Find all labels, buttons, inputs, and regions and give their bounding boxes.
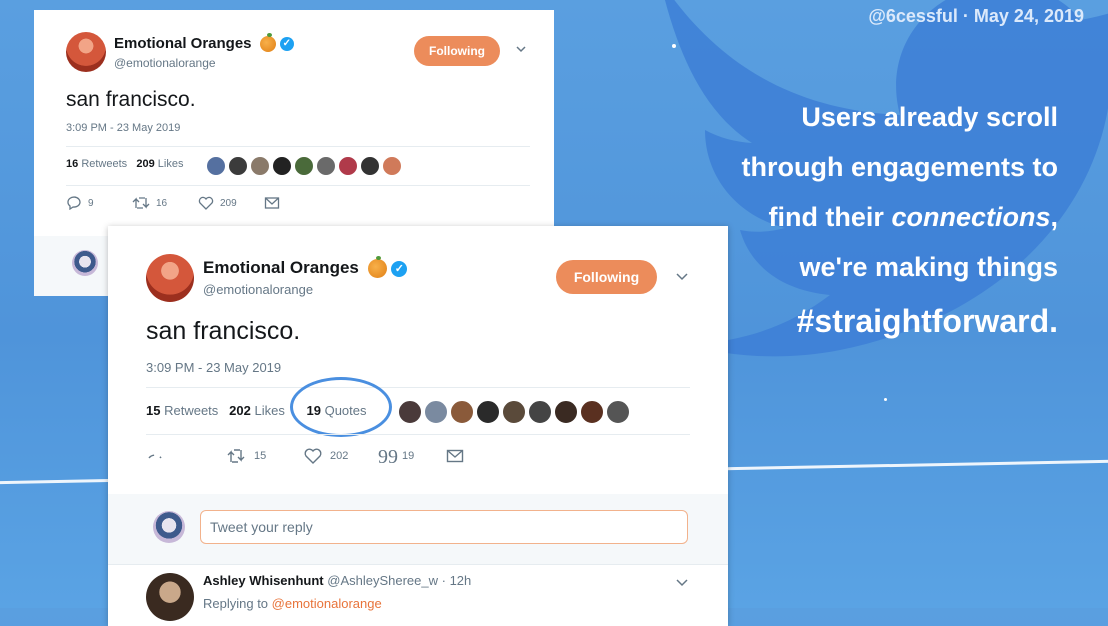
liker-avatar[interactable] — [580, 400, 604, 424]
reply-author-handle[interactable]: @AshleySheree_w — [327, 573, 438, 588]
verified-icon: ✓ — [391, 260, 408, 277]
liker-avatar[interactable] — [272, 156, 292, 176]
liker-avatar[interactable] — [338, 156, 358, 176]
message-icon — [264, 197, 280, 209]
heart-icon — [198, 196, 214, 210]
replying-to: Replying to @emotionalorange — [203, 596, 382, 611]
liker-avatar[interactable] — [476, 400, 500, 424]
divider — [108, 564, 728, 565]
author-handle[interactable]: @emotionalorange — [203, 282, 313, 297]
retweets-stat[interactable]: 16 Retweets — [66, 158, 127, 170]
divider — [146, 387, 690, 388]
retweet-action[interactable]: 15 — [226, 448, 304, 464]
avatar[interactable] — [72, 250, 98, 276]
engagement-stats: 16 Retweets 209 Likes — [66, 158, 183, 170]
slogan-line: through engagements to — [741, 152, 1059, 182]
liker-avatar[interactable] — [502, 400, 526, 424]
avatar[interactable] — [66, 32, 106, 72]
direct-message-action[interactable] — [264, 196, 280, 210]
avatar[interactable] — [146, 254, 194, 302]
liker-avatar[interactable] — [382, 156, 402, 176]
author-name[interactable]: Emotional Oranges ✓ — [203, 256, 408, 279]
liker-avatars — [398, 400, 632, 424]
background-dot — [884, 398, 887, 401]
reply-action[interactable] — [146, 448, 226, 464]
retweet-icon — [227, 449, 245, 463]
avatar[interactable] — [146, 573, 194, 621]
tweet-card-new: Emotional Oranges ✓ @emotionalorange Fol… — [108, 226, 728, 626]
retweets-stat[interactable]: 15 Retweets — [146, 403, 218, 418]
liker-avatar[interactable] — [360, 156, 380, 176]
slogan-emphasis: connections — [891, 202, 1051, 232]
slogan-line: Users already scroll — [801, 102, 1058, 132]
tweet-timestamp[interactable]: 3:09 PM - 23 May 2019 — [66, 122, 180, 134]
tweet-timestamp[interactable]: 3:09 PM - 23 May 2019 — [146, 360, 281, 375]
like-action[interactable]: 202 — [304, 448, 378, 464]
direct-message-action[interactable] — [446, 448, 464, 464]
reply-time[interactable]: · 12h — [442, 573, 472, 588]
author-date-caption: @6cessful · May 24, 2019 — [868, 6, 1084, 26]
replying-to-link[interactable]: @emotionalorange — [272, 596, 382, 611]
liker-avatar[interactable] — [528, 400, 552, 424]
reply-icon — [148, 454, 162, 459]
reply-input[interactable]: Tweet your reply — [200, 510, 688, 544]
retweet-icon — [132, 197, 150, 209]
tweet-text: san francisco. — [146, 317, 301, 345]
verified-icon: ✓ — [279, 37, 294, 52]
liker-avatar[interactable] — [606, 400, 630, 424]
orange-emoji-icon — [367, 256, 387, 279]
following-button[interactable]: Following — [556, 260, 657, 294]
like-action[interactable]: 209 — [198, 196, 264, 210]
liker-avatar[interactable] — [424, 400, 448, 424]
chevron-down-icon[interactable] — [674, 574, 690, 595]
orange-emoji-icon — [259, 33, 276, 53]
reply-author-name[interactable]: Ashley Whisenhunt — [203, 573, 324, 588]
divider — [146, 434, 690, 435]
quote-action[interactable]: 99 19 — [378, 448, 446, 464]
author-handle[interactable]: @emotionalorange — [114, 56, 216, 70]
quotes-highlight-circle — [290, 377, 392, 437]
liker-avatar[interactable] — [554, 400, 578, 424]
background-dot — [672, 44, 676, 48]
reply-icon — [67, 196, 81, 210]
liker-avatar[interactable] — [294, 156, 314, 176]
divider — [66, 185, 530, 186]
liker-avatars — [206, 156, 404, 176]
reply-action[interactable]: 9 — [66, 196, 132, 210]
tweet-actions: 15 202 99 19 — [146, 448, 464, 464]
tweet-text: san francisco. — [66, 88, 196, 111]
chevron-down-icon[interactable] — [514, 42, 528, 61]
author-name[interactable]: Emotional Oranges ✓ — [114, 33, 294, 53]
following-button[interactable]: Following — [414, 36, 500, 66]
likes-stat[interactable]: 209 Likes — [136, 158, 183, 170]
chevron-down-icon[interactable] — [674, 268, 690, 289]
retweet-action[interactable]: 16 — [132, 196, 198, 210]
liker-avatar[interactable] — [398, 400, 422, 424]
liker-avatar[interactable] — [316, 156, 336, 176]
divider — [66, 146, 530, 147]
tweet-actions: 9 16 209 — [66, 196, 280, 210]
message-icon — [446, 449, 464, 463]
avatar[interactable] — [153, 511, 185, 543]
liker-avatar[interactable] — [450, 400, 474, 424]
reply-header: Ashley Whisenhunt @AshleySheree_w · 12h — [203, 573, 471, 588]
liker-avatar[interactable] — [250, 156, 270, 176]
liker-avatar[interactable] — [206, 156, 226, 176]
quote-icon: 99 — [378, 448, 398, 464]
svg-text:99: 99 — [378, 448, 398, 464]
liker-avatar[interactable] — [228, 156, 248, 176]
likes-stat[interactable]: 202 Likes — [229, 403, 285, 418]
heart-icon — [304, 448, 322, 464]
